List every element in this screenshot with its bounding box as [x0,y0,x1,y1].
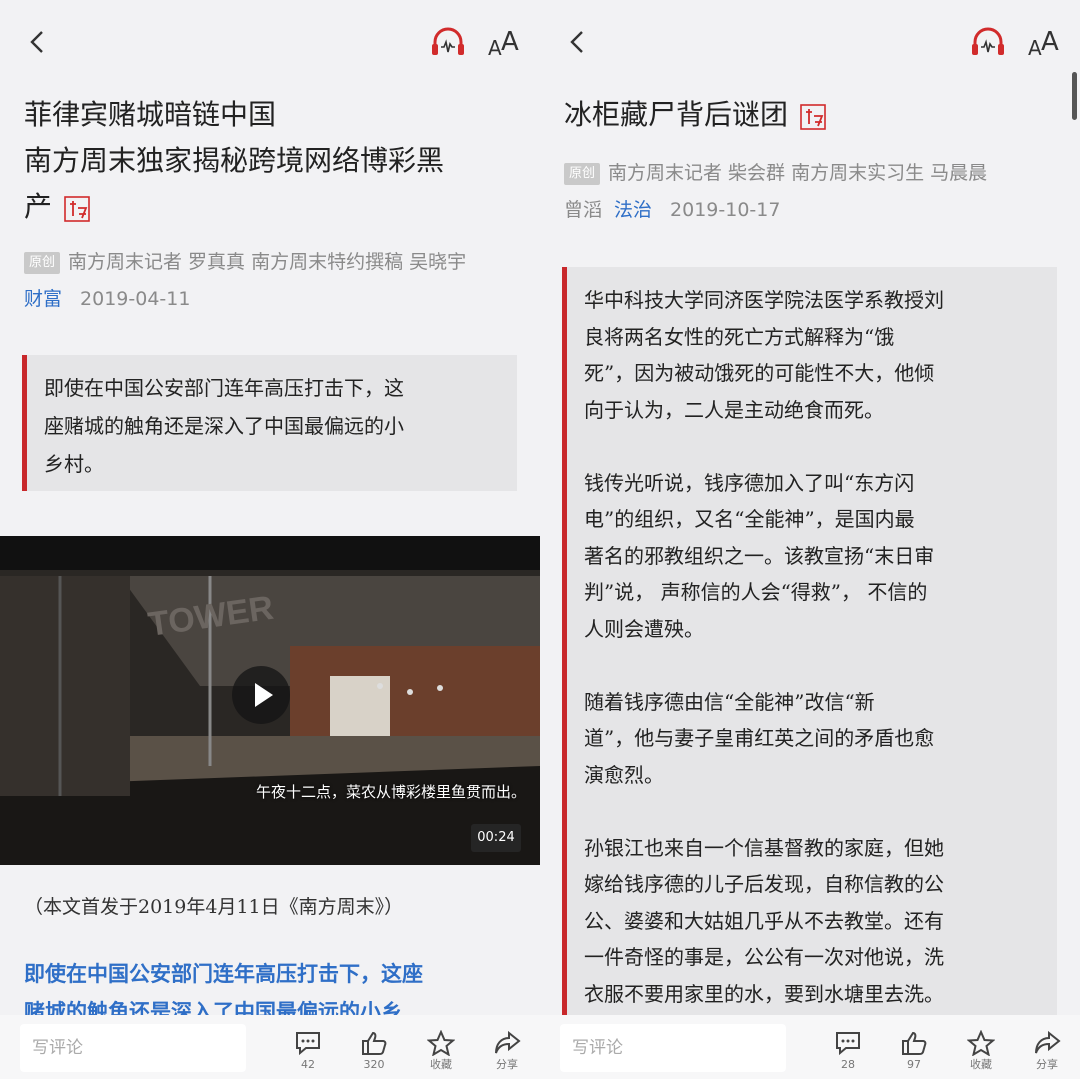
headphones-icon[interactable] [430,26,466,58]
title-line-last: 冰柜藏尸背后谜团 [564,92,1064,138]
summary-quote: 华中科技大学同济医学院法医学系教授刘 良将两名女性的死亡方式解释为“饿 死”，因… [562,267,1057,1027]
video-duration: 00:24 [471,824,521,852]
star-icon [967,1030,995,1056]
comment-input[interactable]: 写评论 [560,1024,786,1072]
quote-line: 孙银江也来自一个信基督教的家庭，但她 [584,835,944,860]
publish-date: 2019-04-11 [80,288,191,310]
quote-line: 乡村。 [44,452,104,476]
comment-count: 28 [841,1058,855,1071]
share-icon [1035,1030,1061,1054]
quote-line: 即使在中国公安部门连年高压打击下，这 [44,376,404,400]
thumbs-up-icon [362,1031,387,1055]
comment-icon [296,1032,320,1056]
title-line-last: 产 [24,184,524,230]
share-icon [495,1030,521,1054]
top-bar: A A [540,0,1080,84]
quote-paragraph: 华中科技大学同济医学院法医学系教授刘 良将两名女性的死亡方式解释为“饿 死”，因… [584,282,1057,428]
comment-icon [836,1032,860,1056]
video-caption: 午夜十二点，菜农从博彩楼里鱼贯而出。 [255,783,526,801]
southern-weekly-logo-icon [64,195,90,222]
comment-count: 42 [301,1058,315,1071]
authors-continued: 曾滔 [564,199,603,221]
play-button[interactable] [232,666,290,724]
authors: 南方周末记者 罗真真 南方周末特约撰稿 吴晓宇 [68,251,467,273]
favorite-button[interactable]: 收藏 [955,1030,1007,1076]
authors: 南方周末记者 柴会群 南方周末实习生 马晨晨 [608,162,988,184]
share-label: 分享 [1036,1058,1058,1071]
top-bar: A A [0,0,540,84]
quote-line: 华中科技大学同济医学院法医学系教授刘 [584,288,944,312]
favorite-label: 收藏 [430,1058,452,1071]
back-icon[interactable] [24,28,52,56]
thumbs-up-icon [902,1031,927,1055]
font-size-button[interactable]: A A [486,26,526,60]
title-line: 南方周末独家揭秘跨境网络博彩黑 [24,144,445,177]
quote-line: 衣服不要用家里的水，要到水塘里去洗。 [584,981,944,1006]
font-size-button[interactable]: A A [1026,26,1066,60]
quote-line: 著名的邪教组织之一。该教宣扬“末日审 [584,543,935,568]
like-button[interactable]: 320 [348,1030,400,1076]
right-article-screen: A A 冰柜藏尸背后谜团 原创 南方周末记者 柴会群 南方周末实习生 马晨晨 曾滔… [540,0,1080,1079]
back-icon[interactable] [564,28,592,56]
quote-line: 人则会遭殃。 [584,616,704,641]
font-size-small-glyph: A [488,36,502,60]
quote-line: 嫁给钱序德的儿子后发现，自称信教的公 [584,872,944,896]
quote-line: 一件奇怪的事是，公公有一次对他说，洗 [584,945,944,969]
meta-line-authors: 原创 南方周末记者 柴会群 南方周末实习生 马晨晨 [564,155,1064,192]
original-badge: 原创 [564,162,601,185]
quote-paragraph: 钱传光听说，钱序德加入了叫“东方闪 电”的组织，又名“全能神”，是国内最 著名的… [584,465,1057,648]
quote-line: 判”说， 声称信的人会“得救”， 不信的 [584,580,928,604]
quote-line: 公、婆婆和大姑姐几乎从不去教堂。还有 [584,908,944,933]
southern-weekly-logo-icon [800,103,826,130]
quote-paragraph: 随着钱序德由信“全能神”改信“新 道”，他与妻子皇甫红英之间的矛盾也愈 演愈烈。 [584,684,1057,794]
article-title: 菲律宾赌城暗链中国 南方周末独家揭秘跨境网络博彩黑 产 [24,92,524,230]
left-article-screen: A A 菲律宾赌城暗链中国 南方周末独家揭秘跨境网络博彩黑 产 原创 南方周末记者… [0,0,540,1079]
title-line: 菲律宾赌城暗链中国 [24,98,277,131]
source-note: （本文首发于2019年4月11日《南方周末》） [24,896,404,918]
meta-line-authors: 原创 南方周末记者 罗真真 南方周末特约撰稿 吴晓宇 [24,244,524,281]
favorite-button[interactable]: 收藏 [415,1030,467,1076]
share-label: 分享 [496,1058,518,1071]
meta-line-category: 财富 2019-04-11 [24,281,524,318]
quote-line: 座赌城的触角还是深入了中国最偏远的小 [44,414,404,438]
comments-button[interactable]: 28 [822,1030,874,1076]
quote-line: 随着钱序德由信“全能神”改信“新 [584,689,875,714]
category-link[interactable]: 财富 [24,288,62,310]
like-button[interactable]: 97 [888,1030,940,1076]
category-link[interactable]: 法治 [614,199,652,221]
font-size-large-glyph: A [501,27,519,57]
share-button[interactable]: 分享 [1021,1030,1073,1076]
share-button[interactable]: 分享 [481,1030,533,1076]
publish-date: 2019-10-17 [670,199,781,221]
article-title: 冰柜藏尸背后谜团 [564,92,1064,138]
title-line-text: 产 [24,190,53,223]
article-meta: 原创 南方周末记者 罗真真 南方周末特约撰稿 吴晓宇 财富 2019-04-11 [24,244,524,318]
font-size-small-glyph: A [1028,36,1042,60]
comments-button[interactable]: 42 [282,1030,334,1076]
summary-quote: 即使在中国公安部门连年高压打击下，这 座赌城的触角还是深入了中国最偏远的小 乡村… [22,355,517,491]
title-line-text: 冰柜藏尸背后谜团 [564,98,789,131]
quote-line: 钱传光听说，钱序德加入了叫“东方闪 [584,470,915,495]
favorite-label: 收藏 [970,1058,992,1071]
original-badge: 原创 [24,251,61,274]
quote-line: 电”的组织，又名“全能神”，是国内最 [584,507,915,531]
star-icon [427,1030,455,1056]
like-count: 320 [363,1058,385,1071]
quote-line: 良将两名女性的死亡方式解释为“饿 [584,324,895,349]
quote-line: 死”，因为被动饿死的可能性不大，他倾 [584,361,935,385]
font-size-large-glyph: A [1041,27,1059,57]
article-meta: 原创 南方周末记者 柴会群 南方周末实习生 马晨晨 曾滔 法治 2019-10-17 [564,155,1064,229]
comment-input[interactable]: 写评论 [20,1024,246,1072]
quote-line: 向于认为，二人是主动绝食而死。 [584,397,884,422]
quote-line: 道”，他与妻子皇甫红英之间的矛盾也愈 [584,726,935,750]
lede-line: 即使在中国公安部门连年高压打击下，这座 [24,961,423,986]
quote-paragraph: 孙银江也来自一个信基督教的家庭，但她 嫁给钱序德的儿子后发现，自称信教的公 公、… [584,830,1057,1013]
headphones-icon[interactable] [970,26,1006,58]
meta-line-category: 曾滔 法治 2019-10-17 [564,192,1064,229]
quote-line: 演愈烈。 [584,762,664,787]
scrollbar-thumb[interactable] [1072,72,1077,120]
like-count: 97 [907,1058,921,1071]
